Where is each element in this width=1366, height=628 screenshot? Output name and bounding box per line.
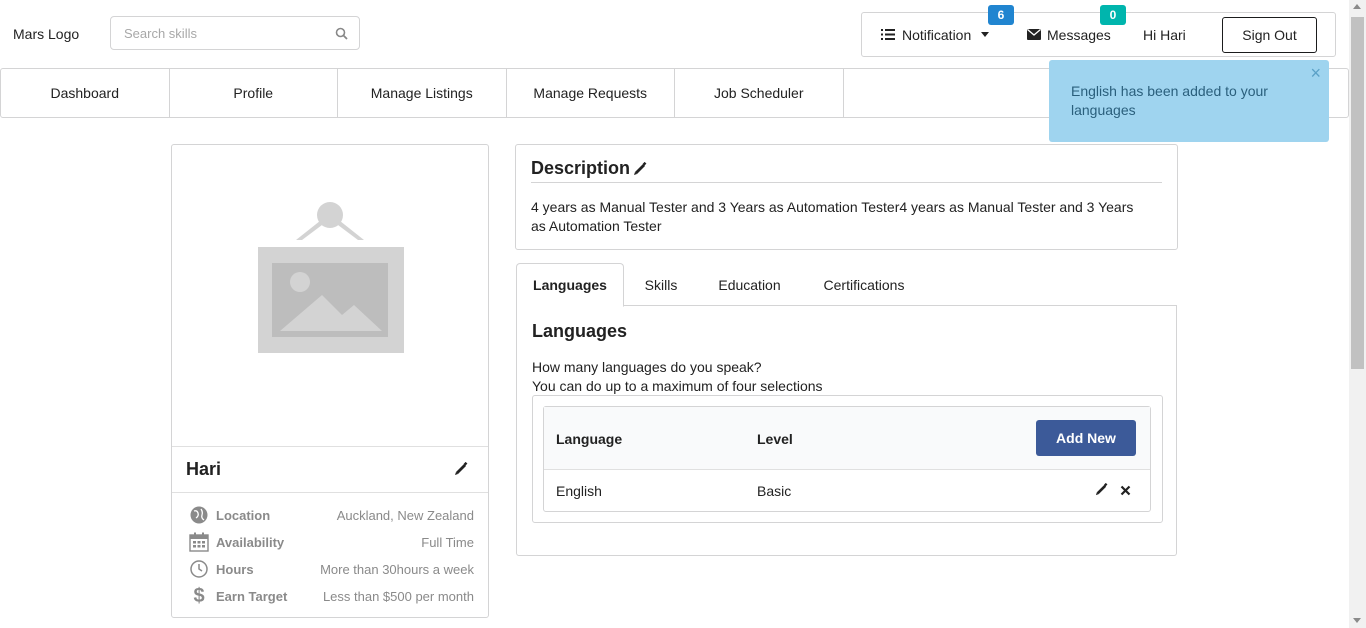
pencil-icon[interactable] <box>1095 482 1108 499</box>
nav-item-manage-requests[interactable]: Manage Requests <box>507 69 675 117</box>
hours-label: Hours <box>216 561 254 577</box>
scroll-thumb[interactable] <box>1351 17 1364 369</box>
profile-card: Hari Location Auckland, New Zealand Avai… <box>171 144 489 618</box>
nav-item-manage-listings[interactable]: Manage Listings <box>338 69 507 117</box>
delete-icon[interactable] <box>1120 483 1131 499</box>
globe-icon <box>188 504 210 526</box>
description-title: Description <box>531 158 631 178</box>
languages-table: Language Level Add New English Basic <box>543 406 1151 512</box>
description-text: 4 years as Manual Tester and 3 Years as … <box>531 199 1134 234</box>
add-new-button[interactable]: Add New <box>1036 420 1136 456</box>
availability-row: Availability Full Time <box>188 529 474 555</box>
clock-icon <box>188 558 210 580</box>
pencil-icon[interactable] <box>454 461 468 479</box>
scroll-up-arrow-icon[interactable] <box>1353 4 1361 9</box>
language-cell: English <box>556 483 602 499</box>
availability-label: Availability <box>216 534 285 550</box>
calendar-icon <box>188 531 210 553</box>
languages-description: How many languages do you speak? You can… <box>532 358 823 396</box>
pencil-icon[interactable] <box>633 161 647 176</box>
dollar-icon: $ <box>193 584 205 607</box>
hours-value: More than 30hours a week <box>320 561 474 577</box>
notification-count-badge: 6 <box>988 5 1014 25</box>
profile-image-placeholder[interactable] <box>172 145 488 446</box>
description-card: Description 4 years as Manual Tester and… <box>515 144 1178 250</box>
toast-notification: × English has been added to your languag… <box>1049 60 1329 142</box>
table-header: Language Level Add New <box>544 407 1150 470</box>
languages-table-wrapper: Language Level Add New English Basic <box>532 395 1163 523</box>
location-label: Location <box>216 507 271 523</box>
tab-certifications[interactable]: Certifications <box>816 263 912 306</box>
notification-label: Notification <box>902 26 972 43</box>
nav-item-dashboard[interactable]: Dashboard <box>1 69 170 117</box>
notification-dropdown[interactable]: Notification <box>881 13 990 56</box>
profile-name-row: Hari <box>172 446 488 493</box>
user-greeting[interactable]: Hi Hari <box>1143 13 1186 56</box>
earn-target-row: $ Earn Target Less than $500 per month <box>188 583 474 609</box>
availability-value: Full Time <box>421 534 474 550</box>
close-icon[interactable]: × <box>1310 64 1321 83</box>
logo[interactable]: Mars Logo <box>13 26 79 42</box>
sign-out-button[interactable]: Sign Out <box>1222 17 1317 53</box>
languages-hint: You can do up to a maximum of four selec… <box>532 378 823 394</box>
scroll-down-arrow-icon[interactable] <box>1353 618 1361 623</box>
tab-languages[interactable]: Languages <box>516 263 624 307</box>
earn-target-value: Less than $500 per month <box>322 588 474 604</box>
search-icon[interactable] <box>335 27 348 43</box>
search-box <box>110 16 360 50</box>
nav-item-job-scheduler[interactable]: Job Scheduler <box>675 69 844 117</box>
location-value: Auckland, New Zealand <box>336 507 474 523</box>
column-header-language: Language <box>556 431 623 447</box>
languages-panel: Languages How many languages do you spea… <box>516 305 1177 556</box>
image-placeholder-icon <box>258 202 404 353</box>
languages-title: Languages <box>532 321 628 341</box>
divider <box>531 182 1162 183</box>
level-cell: Basic <box>757 483 792 499</box>
messages-label: Messages <box>1047 26 1111 43</box>
messages-link[interactable]: Messages <box>1027 13 1111 56</box>
table-row: English Basic <box>544 470 1150 511</box>
languages-question: How many languages do you speak? <box>532 359 762 375</box>
vertical-scrollbar[interactable] <box>1349 0 1366 628</box>
search-input[interactable] <box>111 17 321 49</box>
messages-count-badge: 0 <box>1100 5 1126 25</box>
list-icon <box>881 29 895 40</box>
toast-message: English has been added to your languages <box>1071 83 1268 118</box>
description-title-row: Description <box>531 158 647 179</box>
tab-skills[interactable]: Skills <box>636 263 686 306</box>
profile-tabs: Languages Skills Education Certification… <box>516 263 1177 307</box>
hours-row: Hours More than 30hours a week <box>188 556 474 582</box>
tab-education[interactable]: Education <box>712 263 787 306</box>
earn-target-label: Earn Target <box>216 588 288 604</box>
user-menu: Notification 6 Messages 0 Hi Hari Sign O… <box>861 5 1336 57</box>
nav-item-profile[interactable]: Profile <box>170 69 338 117</box>
chevron-down-icon <box>981 32 990 37</box>
envelope-icon <box>1027 29 1041 40</box>
profile-name: Hari <box>186 459 222 479</box>
column-header-level: Level <box>757 431 793 447</box>
location-row: Location Auckland, New Zealand <box>188 502 474 528</box>
